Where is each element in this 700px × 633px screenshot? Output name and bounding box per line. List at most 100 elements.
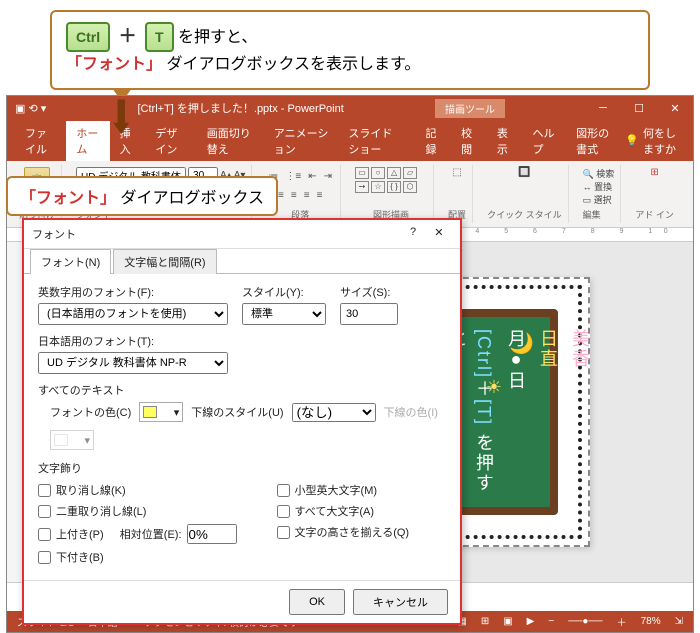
tab-file[interactable]: ファイル bbox=[15, 121, 66, 161]
group-quickstyle: 🔲 クイック スタイル bbox=[481, 165, 569, 223]
latin-font-select[interactable]: (日本語用のフォントを使用) bbox=[38, 303, 228, 325]
jp-font-select[interactable]: UD デジタル 教科書体 NP-R bbox=[38, 352, 228, 374]
find-button[interactable]: 🔍 検索 bbox=[583, 167, 615, 180]
tab-help[interactable]: ヘルプ bbox=[523, 121, 567, 161]
addin-button[interactable]: ⊞ bbox=[650, 167, 658, 178]
jp-font-label: 日本語用のフォント(T): bbox=[38, 333, 446, 349]
numbering-button[interactable]: ⋮≡ bbox=[283, 170, 303, 183]
fontcolor-label: フォントの色(C) bbox=[50, 404, 131, 420]
arrow-down-icon: ⬇ bbox=[108, 90, 135, 144]
view-reading-button[interactable]: ▣ bbox=[503, 616, 512, 627]
tab-slideshow[interactable]: スライド ショー bbox=[338, 121, 415, 161]
style-select[interactable]: 標準 bbox=[242, 303, 326, 325]
view-sorter-button[interactable]: ⊞ bbox=[481, 616, 489, 627]
window-controls: ─ ☐ ✕ bbox=[585, 99, 693, 118]
align-right-button[interactable]: ≡ bbox=[302, 189, 312, 202]
plus-icon: ＋ bbox=[119, 26, 137, 46]
quickstyle-button[interactable]: 🔲 bbox=[518, 167, 530, 178]
alltext-label: すべてのテキスト bbox=[38, 382, 446, 398]
fit-button[interactable]: ⇲ bbox=[675, 616, 683, 627]
tab-home[interactable]: ホーム bbox=[66, 121, 109, 161]
dialog-tab-font[interactable]: フォント(N) bbox=[30, 249, 111, 274]
size-label: サイズ(S): bbox=[340, 284, 398, 300]
app-icon: ▣ ⟲ ▾ bbox=[15, 102, 46, 115]
zoom-out-button[interactable]: − bbox=[548, 616, 554, 627]
align-center-button[interactable]: ≡ bbox=[289, 189, 299, 202]
callout-text2: ダイアログボックスを表示します。 bbox=[166, 56, 420, 73]
size-input[interactable] bbox=[340, 303, 398, 325]
super-checkbox[interactable]: 上付き(P) 相対位置(E): bbox=[38, 524, 237, 544]
quick-label: クイック スタイル bbox=[487, 208, 562, 221]
justify-button[interactable]: ≡ bbox=[315, 189, 325, 202]
dialog-tabs: フォント(N) 文字幅と間隔(R) bbox=[24, 249, 460, 274]
callout-red: 「フォント」 bbox=[66, 56, 162, 73]
dialog-titlebar: フォント ? ✕ bbox=[24, 220, 460, 249]
indent-dec-button[interactable]: ⇤ bbox=[306, 170, 318, 183]
cancel-button[interactable]: キャンセル bbox=[353, 589, 448, 615]
equalize-checkbox[interactable]: 文字の高さを揃える(Q) bbox=[277, 524, 410, 540]
tab-view[interactable]: 表示 bbox=[487, 121, 523, 161]
select-button[interactable]: ▭ 選択 bbox=[583, 193, 612, 206]
group-editing: 🔍 検索 ↔ 置換 ▭ 選択 編集 bbox=[577, 165, 622, 223]
shapes-gallery[interactable]: ▭○△▱ ➙☆{ }⬡ bbox=[355, 167, 427, 193]
tell-me-label: 何をしますか bbox=[643, 125, 685, 157]
underline-style-select[interactable]: (なし) bbox=[292, 403, 376, 422]
offset-label: 相対位置(E): bbox=[120, 526, 182, 542]
allcaps-checkbox[interactable]: すべて大文字(A) bbox=[277, 503, 410, 519]
tab-review[interactable]: 校閲 bbox=[451, 121, 487, 161]
dialog-pointer-label: 「フォント」 ダイアログボックス bbox=[6, 176, 278, 216]
kbd-t: T bbox=[145, 22, 174, 52]
tell-me[interactable]: 💡 何をしますか bbox=[625, 125, 685, 157]
sub-checkbox[interactable]: 下付き(B) bbox=[38, 549, 237, 565]
latin-font-label: 英数字用のフォント(F): bbox=[38, 284, 228, 300]
dialog-close-button[interactable]: ✕ bbox=[426, 226, 452, 242]
moon-icon: 🌙 bbox=[509, 331, 534, 356]
tab-design[interactable]: デザイン bbox=[145, 121, 196, 161]
decor-label: 文字飾り bbox=[38, 460, 446, 476]
tab-transition[interactable]: 画面切り替え bbox=[197, 121, 264, 161]
dialog-body: 英数字用のフォント(F): (日本語用のフォントを使用) スタイル(Y): 標準… bbox=[24, 274, 460, 580]
underline-color-button[interactable]: ▾ bbox=[50, 430, 94, 450]
fontcolor-button[interactable]: ▾ bbox=[139, 402, 183, 422]
dialog-label-txt: ダイアログボックス bbox=[120, 190, 264, 207]
dialog-tab-spacing[interactable]: 文字幅と間隔(R) bbox=[113, 249, 216, 274]
zoom-slider[interactable]: ──●── bbox=[568, 616, 602, 627]
addin-label: アド イン bbox=[635, 208, 674, 221]
kbd-ctrl: Ctrl bbox=[66, 22, 110, 52]
font-dialog: フォント ? ✕ フォント(N) 文字幅と間隔(R) 英数字用のフォント(F):… bbox=[22, 218, 462, 625]
view-slideshow-button[interactable]: ▶ bbox=[527, 616, 535, 627]
instruction-callout: Ctrl ＋ T を押すと、 「フォント」 ダイアログボックスを表示します。 bbox=[50, 10, 650, 90]
replace-button[interactable]: ↔ 置換 bbox=[583, 180, 613, 193]
callout-text1: を押すと、 bbox=[178, 29, 257, 46]
offset-input[interactable] bbox=[187, 524, 237, 544]
chalk-duty: 日直 bbox=[535, 329, 561, 495]
close-button[interactable]: ✕ bbox=[657, 99, 693, 118]
sun-icon: ☀ bbox=[486, 377, 502, 398]
group-arrange: ⬚ 配置 bbox=[442, 165, 473, 223]
strike-checkbox[interactable]: 取り消し線(K) bbox=[38, 482, 237, 498]
window-title: [Ctrl+T] を押しました！.pptx - PowerPoint bbox=[46, 100, 435, 116]
arrange-button[interactable]: ⬚ bbox=[452, 167, 461, 178]
ok-button[interactable]: OK bbox=[289, 589, 345, 615]
dialog-help-button[interactable]: ? bbox=[400, 226, 426, 242]
underline-style-label: 下線のスタイル(U) bbox=[191, 404, 283, 420]
dialog-title: フォント bbox=[32, 226, 400, 242]
tab-animation[interactable]: アニメーション bbox=[264, 121, 339, 161]
tab-record[interactable]: 記録 bbox=[415, 121, 451, 161]
dialog-footer: OK キャンセル bbox=[24, 580, 460, 623]
zoom-level[interactable]: 78% bbox=[641, 616, 661, 627]
dialog-label-red: 「フォント」 bbox=[20, 190, 116, 207]
tab-format[interactable]: 図形の書式 bbox=[566, 121, 625, 161]
indent-inc-button[interactable]: ⇥ bbox=[322, 170, 334, 183]
smallcaps-checkbox[interactable]: 小型英大文字(M) bbox=[277, 482, 410, 498]
style-label: スタイル(Y): bbox=[242, 284, 326, 300]
minimize-button[interactable]: ─ bbox=[585, 99, 621, 118]
maximize-button[interactable]: ☐ bbox=[621, 99, 657, 118]
group-drawing: ▭○△▱ ➙☆{ }⬡ 図形描画 bbox=[349, 165, 434, 223]
contextual-tab: 描画ツール bbox=[435, 99, 505, 118]
dstrike-checkbox[interactable]: 二重取り消し線(L) bbox=[38, 503, 237, 519]
bulb-icon: 💡 bbox=[625, 134, 639, 147]
group-addin: ⊞ アド イン bbox=[629, 165, 680, 223]
underline-color-label: 下線の色(I) bbox=[384, 404, 438, 420]
zoom-in-button[interactable]: ＋ bbox=[617, 614, 627, 629]
